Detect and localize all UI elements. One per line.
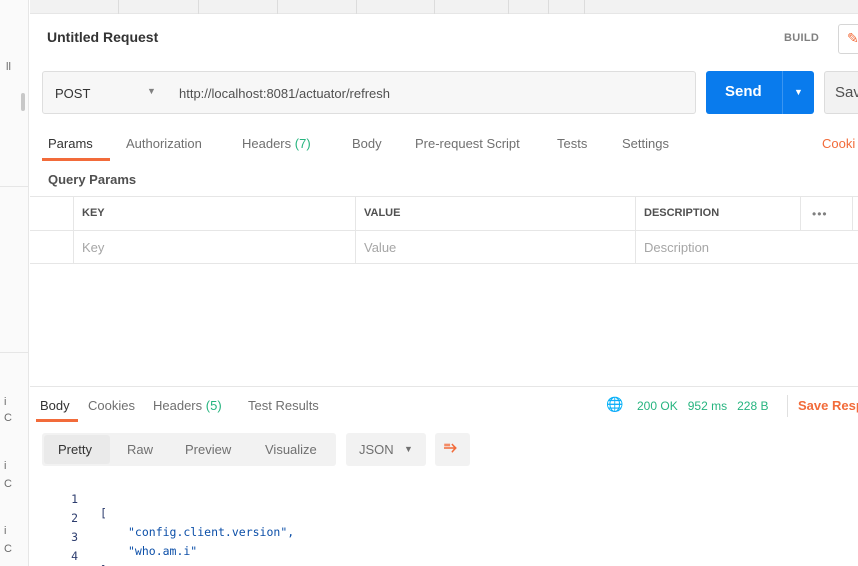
sidebar-fragment: i	[4, 460, 7, 472]
status-code[interactable]: 200 OK	[637, 399, 678, 413]
sidebar-fragment: i	[4, 525, 7, 537]
view-raw-button[interactable]: Raw	[127, 442, 153, 457]
headers-count: (7)	[294, 136, 311, 151]
edit-button[interactable]: ✎	[838, 24, 858, 54]
column-header-key: KEY	[73, 197, 355, 230]
tab-authorization[interactable]: Authorization	[126, 136, 202, 151]
wrap-icon: ⥱	[444, 439, 457, 456]
table-row: Key Value Description	[30, 230, 858, 264]
query-params-table: KEY VALUE DESCRIPTION ••• Key Value Desc…	[30, 196, 858, 264]
sidebar-divider	[0, 186, 29, 187]
active-tab-indicator	[42, 158, 110, 161]
active-tab-indicator	[36, 419, 78, 422]
wrap-lines-button[interactable]: ⥱	[435, 433, 470, 466]
tab-tests[interactable]: Tests	[557, 136, 587, 151]
response-status: 200 OK 952 ms 228 B	[637, 399, 768, 413]
globe-icon[interactable]: 🌐	[606, 396, 623, 413]
value-input[interactable]: Value	[355, 231, 635, 264]
response-headers-count: (5)	[205, 398, 222, 413]
caret-down-icon: ▼	[147, 86, 156, 96]
sidebar-fragment: C	[4, 543, 12, 555]
sidebar-fragment: ll	[6, 61, 11, 73]
separator	[787, 395, 788, 417]
tab-settings[interactable]: Settings	[622, 136, 669, 151]
response-time[interactable]: 952 ms	[688, 399, 727, 413]
save-button[interactable]: Sav	[824, 71, 858, 114]
request-title[interactable]: Untitled Request	[47, 29, 158, 45]
view-mode-group: Pretty Raw Preview Visualize	[42, 433, 336, 466]
url-input[interactable]: http://localhost:8081/actuator/refresh	[168, 71, 696, 114]
column-header-value: VALUE	[355, 197, 635, 230]
sidebar-scrollbar[interactable]	[21, 93, 25, 111]
pencil-icon: ✎	[847, 30, 858, 46]
description-input[interactable]: Description	[635, 231, 858, 264]
cookies-link[interactable]: Cooki	[822, 136, 855, 151]
caret-down-icon: ▼	[404, 444, 413, 454]
line-number: 4	[71, 549, 78, 563]
view-visualize-button[interactable]: Visualize	[265, 442, 317, 457]
code-line: 1 [	[42, 478, 107, 520]
code-line: 4 ]	[42, 535, 107, 566]
pane-divider[interactable]	[30, 386, 858, 387]
build-label[interactable]: BUILD	[784, 32, 819, 44]
tab-body[interactable]: Body	[352, 136, 382, 151]
save-response-button[interactable]: Save Resp	[798, 398, 858, 413]
tab-pre-request-script[interactable]: Pre-request Script	[415, 136, 520, 151]
send-button[interactable]: Send	[706, 71, 782, 114]
view-preview-button[interactable]: Preview	[185, 442, 231, 457]
sidebar-fragment: i	[4, 396, 7, 408]
format-select[interactable]: JSON ▼	[346, 433, 426, 466]
tab-params[interactable]: Params	[48, 136, 93, 151]
code-line: 2 "config.client.version",	[42, 497, 294, 539]
caret-down-icon: ▼	[794, 87, 803, 97]
view-pretty-button[interactable]: Pretty	[58, 442, 92, 457]
sidebar-divider	[0, 352, 29, 353]
query-params-title: Query Params	[48, 172, 137, 187]
sidebar-fragment: C	[4, 478, 12, 490]
send-options-button[interactable]: ▼	[782, 71, 814, 114]
key-input[interactable]: Key	[73, 231, 355, 264]
tab-response-cookies[interactable]: Cookies	[88, 398, 135, 413]
tab-headers[interactable]: Headers (7)	[242, 136, 311, 151]
sidebar-fragment: C	[4, 412, 12, 424]
tab-response-body[interactable]: Body	[40, 398, 70, 413]
response-size[interactable]: 228 B	[737, 399, 768, 413]
sidebar: ll i C i C i C	[0, 0, 29, 566]
code-line: 3 "who.am.i"	[42, 516, 197, 558]
table-header-row: KEY VALUE DESCRIPTION •••	[30, 196, 858, 230]
tab-response-headers[interactable]: Headers (5)	[153, 398, 222, 413]
method-label: POST	[55, 86, 91, 101]
tab-test-results[interactable]: Test Results	[248, 398, 319, 413]
request-tab-strip[interactable]	[30, 0, 858, 14]
method-select[interactable]: POST ▼	[42, 71, 169, 114]
url-text: http://localhost:8081/actuator/refresh	[179, 86, 391, 101]
column-header-description: DESCRIPTION	[635, 197, 800, 230]
more-options-icon[interactable]: •••	[812, 207, 828, 221]
